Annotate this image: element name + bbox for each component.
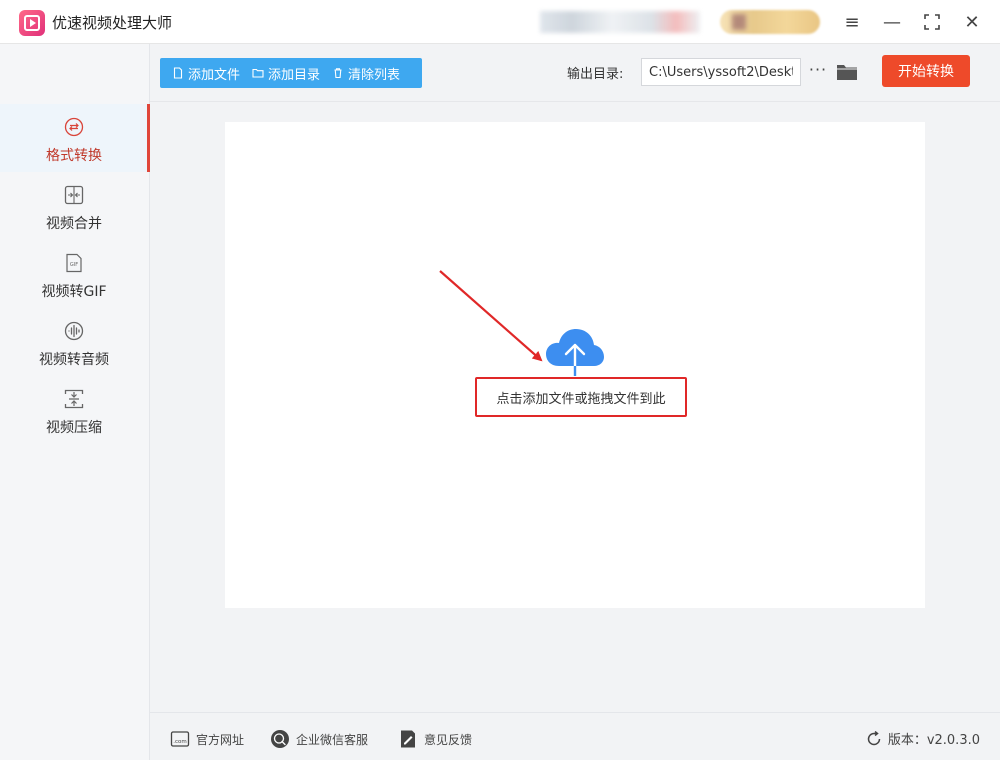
maximize-icon [924, 14, 940, 30]
folder-outline-icon [252, 68, 264, 78]
feedback-label: 意见反馈 [424, 732, 473, 747]
add-folder-button[interactable]: 添加目录 [252, 64, 320, 83]
drop-hint-text: 点击添加文件或拖拽文件到此 [496, 391, 666, 407]
trash-icon [334, 68, 342, 79]
minimize-button[interactable]: — [880, 10, 904, 34]
file-icon [173, 67, 183, 79]
feedback-link[interactable]: 意见反馈 [398, 729, 472, 749]
more-options-button[interactable]: ··· [806, 59, 830, 83]
title-bar: 优速视频处理大师 ≡ — ✕ [0, 0, 1000, 44]
sidebar: 格式转换 视频合并 GIF 视频转GIF 视频转音频 视频压缩 [0, 44, 150, 760]
official-website-link[interactable]: .com 官方网址 [170, 729, 244, 749]
maximize-button[interactable] [920, 10, 944, 34]
app-title: 优速视频处理大师 [52, 14, 173, 32]
gif-icon: GIF [66, 253, 82, 273]
add-folder-label: 添加目录 [268, 67, 321, 83]
file-button-group: 添加文件 添加目录 清除列表 [160, 58, 422, 88]
close-button[interactable]: ✕ [960, 10, 984, 34]
menu-icon[interactable]: ≡ [840, 10, 864, 34]
drop-hint-highlight: 点击添加文件或拖拽文件到此 [475, 377, 687, 417]
wechat-service-label: 企业微信客服 [296, 732, 369, 747]
svg-text:.com: .com [173, 739, 187, 745]
sidebar-item-video-compress[interactable]: 视频压缩 [0, 376, 150, 444]
website-icon: .com [170, 731, 190, 747]
sidebar-item-label: 视频转音频 [39, 352, 109, 368]
version-label: 版本：v2.0.3.0 [887, 733, 980, 748]
sidebar-item-video-merge[interactable]: 视频合并 [0, 172, 150, 240]
app-logo-icon [19, 10, 45, 36]
add-file-label: 添加文件 [188, 67, 241, 83]
sidebar-item-video-to-gif[interactable]: GIF 视频转GIF [0, 240, 150, 308]
sidebar-item-label: 视频压缩 [46, 420, 102, 436]
version-info[interactable]: 版本：v2.0.3.0 [866, 729, 980, 748]
clear-list-label: 清除列表 [348, 67, 401, 83]
upload-cloud-icon [546, 329, 604, 378]
wechat-service-icon [271, 730, 289, 748]
wechat-service-link[interactable]: 企业微信客服 [270, 729, 368, 749]
clear-list-button[interactable]: 清除列表 [332, 64, 400, 83]
sidebar-item-label: 视频合并 [46, 216, 102, 232]
merge-icon [64, 185, 84, 205]
toolbar: 添加文件 添加目录 清除列表 输出目录: ··· 开始转换 [150, 44, 1000, 102]
output-dir-input[interactable] [641, 58, 801, 86]
start-convert-button[interactable]: 开始转换 [882, 55, 970, 87]
refresh-icon [867, 730, 881, 745]
footer: .com 官方网址 企业微信客服 意见反馈 版本：v2.0.3.0 [150, 712, 1000, 760]
add-file-button[interactable]: 添加文件 [172, 64, 240, 83]
svg-text:GIF: GIF [70, 262, 78, 268]
blurred-user-info [540, 11, 700, 33]
official-website-label: 官方网址 [196, 732, 245, 747]
compress-icon [64, 389, 84, 409]
sidebar-item-video-to-audio[interactable]: 视频转音频 [0, 308, 150, 376]
sidebar-item-label: 视频转GIF [41, 284, 107, 300]
file-drop-area[interactable]: 点击添加文件或拖拽文件到此 [225, 122, 925, 608]
sidebar-item-format-convert[interactable]: 格式转换 [0, 104, 150, 172]
audio-icon [64, 321, 84, 341]
open-folder-icon[interactable] [836, 61, 858, 83]
format-convert-icon [64, 117, 84, 137]
output-dir-label: 输出目录: [567, 67, 624, 82]
feedback-icon [401, 730, 415, 748]
sidebar-item-label: 格式转换 [46, 148, 102, 164]
blurred-account-badge[interactable] [720, 10, 820, 34]
